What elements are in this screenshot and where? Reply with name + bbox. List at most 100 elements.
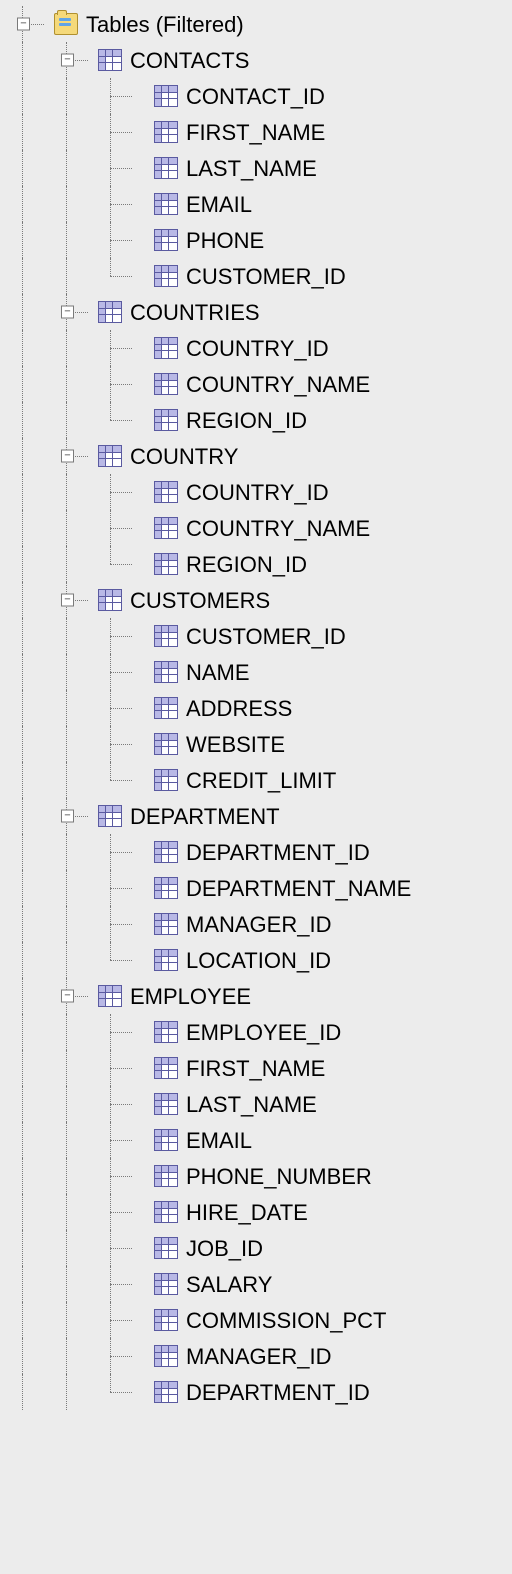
- table-label: COUNTRIES: [130, 299, 260, 326]
- column-label: COUNTRY_ID: [186, 479, 329, 506]
- column-label: LAST_NAME: [186, 155, 317, 182]
- column-icon: [154, 1093, 178, 1115]
- column-icon: [154, 1201, 178, 1223]
- table-icon: [98, 445, 122, 467]
- table-row[interactable]: − CONTACTS: [10, 42, 512, 78]
- column-row[interactable]: REGION_ID: [10, 402, 512, 438]
- column-label: CUSTOMER_ID: [186, 263, 346, 290]
- tree-node-root: − Tables (Filtered) − CONTACTS CONTACT_ID F…: [10, 6, 512, 1410]
- column-row[interactable]: WEBSITE: [10, 726, 512, 762]
- column-row[interactable]: EMPLOYEE_ID: [10, 1014, 512, 1050]
- column-label: REGION_ID: [186, 407, 307, 434]
- column-icon: [154, 553, 178, 575]
- column-row[interactable]: COUNTRY_NAME: [10, 366, 512, 402]
- table-label: EMPLOYEE: [130, 983, 251, 1010]
- column-icon: [154, 1165, 178, 1187]
- column-label: DEPARTMENT_NAME: [186, 875, 411, 902]
- column-label: COUNTRY_ID: [186, 335, 329, 362]
- table-node: − COUNTRIES COUNTRY_ID COUNTRY_NAME REGION_I…: [10, 294, 512, 438]
- column-icon: [154, 877, 178, 899]
- table-row[interactable]: − EMPLOYEE: [10, 978, 512, 1014]
- table-row[interactable]: − DEPARTMENT: [10, 798, 512, 834]
- column-label: COUNTRY_NAME: [186, 515, 370, 542]
- column-icon: [154, 1057, 178, 1079]
- expander-icon[interactable]: −: [61, 306, 74, 319]
- column-row[interactable]: PHONE_NUMBER: [10, 1158, 512, 1194]
- column-icon: [154, 841, 178, 863]
- column-row[interactable]: DEPARTMENT_NAME: [10, 870, 512, 906]
- column-row[interactable]: LAST_NAME: [10, 150, 512, 186]
- expander-icon[interactable]: −: [61, 54, 74, 67]
- column-row[interactable]: LOCATION_ID: [10, 942, 512, 978]
- column-row[interactable]: ADDRESS: [10, 690, 512, 726]
- column-icon: [154, 1273, 178, 1295]
- table-node: − CUSTOMERS CUSTOMER_ID NAMEADDRESSWEBSITEC…: [10, 582, 512, 798]
- column-label: PHONE: [186, 227, 264, 254]
- column-label: EMPLOYEE_ID: [186, 1019, 341, 1046]
- table-label: CUSTOMERS: [130, 587, 270, 614]
- column-row[interactable]: COUNTRY_NAME: [10, 510, 512, 546]
- column-icon: [154, 121, 178, 143]
- column-row[interactable]: COMMISSION_PCT: [10, 1302, 512, 1338]
- column-row[interactable]: NAME: [10, 654, 512, 690]
- column-icon: [154, 1021, 178, 1043]
- table-label: CONTACTS: [130, 47, 249, 74]
- column-icon: [154, 625, 178, 647]
- table-node: − COUNTRY COUNTRY_ID COUNTRY_NAME REGION_ID: [10, 438, 512, 582]
- column-row[interactable]: LAST_NAME: [10, 1086, 512, 1122]
- column-row[interactable]: DEPARTMENT_ID: [10, 834, 512, 870]
- column-row[interactable]: EMAIL: [10, 186, 512, 222]
- column-label: CUSTOMER_ID: [186, 623, 346, 650]
- column-row[interactable]: HIRE_DATE: [10, 1194, 512, 1230]
- column-icon: [154, 913, 178, 935]
- tree-row-tables[interactable]: − Tables (Filtered): [10, 6, 512, 42]
- table-icon: [98, 301, 122, 323]
- column-label: HIRE_DATE: [186, 1199, 308, 1226]
- table-icon: [98, 49, 122, 71]
- folder-icon: [54, 13, 78, 35]
- column-icon: [154, 1309, 178, 1331]
- column-row[interactable]: JOB_ID: [10, 1230, 512, 1266]
- column-row[interactable]: COUNTRY_ID: [10, 330, 512, 366]
- column-label: LOCATION_ID: [186, 947, 331, 974]
- column-row[interactable]: PHONE: [10, 222, 512, 258]
- column-row[interactable]: REGION_ID: [10, 546, 512, 582]
- column-icon: [154, 1237, 178, 1259]
- column-row[interactable]: CONTACT_ID: [10, 78, 512, 114]
- column-label: COUNTRY_NAME: [186, 371, 370, 398]
- column-icon: [154, 481, 178, 503]
- db-tree: − Tables (Filtered) − CONTACTS CONTACT_ID F…: [0, 0, 512, 1416]
- column-label: COMMISSION_PCT: [186, 1307, 386, 1334]
- column-label: SALARY: [186, 1271, 272, 1298]
- column-row[interactable]: FIRST_NAME: [10, 1050, 512, 1086]
- column-label: EMAIL: [186, 1127, 252, 1154]
- column-row[interactable]: CREDIT_LIMIT: [10, 762, 512, 798]
- table-label: DEPARTMENT: [130, 803, 280, 830]
- table-node: − CONTACTS CONTACT_ID FIRST_NAME LAST_NAME EM…: [10, 42, 512, 294]
- table-row[interactable]: − COUNTRIES: [10, 294, 512, 330]
- column-label: FIRST_NAME: [186, 1055, 325, 1082]
- column-row[interactable]: COUNTRY_ID: [10, 474, 512, 510]
- column-row[interactable]: CUSTOMER_ID: [10, 618, 512, 654]
- column-row[interactable]: EMAIL: [10, 1122, 512, 1158]
- expander-icon[interactable]: −: [17, 18, 30, 31]
- column-icon: [154, 409, 178, 431]
- column-label: FIRST_NAME: [186, 119, 325, 146]
- table-row[interactable]: − COUNTRY: [10, 438, 512, 474]
- column-row[interactable]: SALARY: [10, 1266, 512, 1302]
- column-row[interactable]: FIRST_NAME: [10, 114, 512, 150]
- column-row[interactable]: MANAGER_ID: [10, 1338, 512, 1374]
- expander-icon[interactable]: −: [61, 594, 74, 607]
- table-row[interactable]: − CUSTOMERS: [10, 582, 512, 618]
- table-label: COUNTRY: [130, 443, 238, 470]
- column-label: MANAGER_ID: [186, 1343, 331, 1370]
- column-icon: [154, 193, 178, 215]
- expander-icon[interactable]: −: [61, 990, 74, 1003]
- column-label: DEPARTMENT_ID: [186, 839, 370, 866]
- expander-icon[interactable]: −: [61, 450, 74, 463]
- expander-icon[interactable]: −: [61, 810, 74, 823]
- column-row[interactable]: DEPARTMENT_ID: [10, 1374, 512, 1410]
- column-row[interactable]: CUSTOMER_ID: [10, 258, 512, 294]
- column-row[interactable]: MANAGER_ID: [10, 906, 512, 942]
- column-icon: [154, 373, 178, 395]
